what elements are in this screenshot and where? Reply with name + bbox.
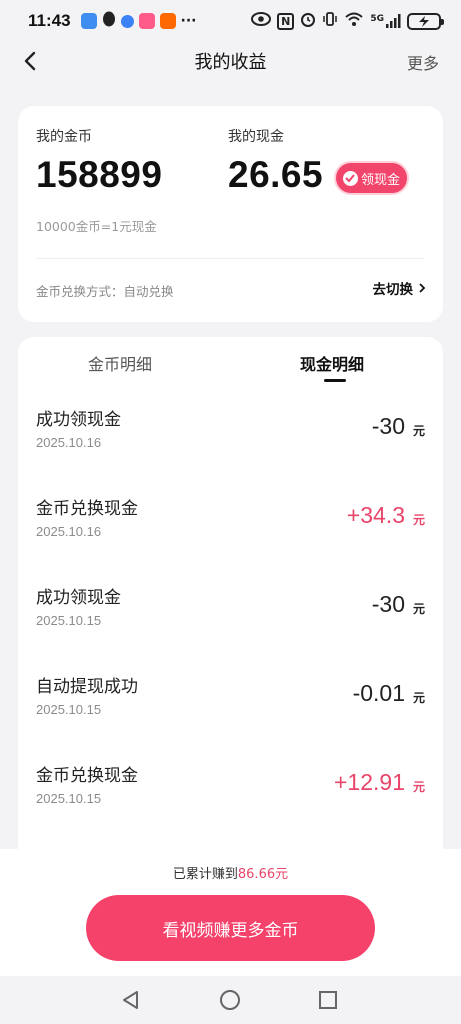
coin-label: 我的金币 [36,129,92,145]
cash-label: 我的现金 [228,129,284,145]
transaction-amount: -0.01 [352,680,405,706]
shopping-app-icon [138,13,155,29]
wifi-icon [344,11,364,31]
transaction-row: 自动提现成功 2025.10.15 -0.01 元 [18,672,443,761]
transaction-row: 金币兑换现金 2025.10.16 +34.3 元 [18,494,443,583]
transaction-title: 自动提现成功 [36,677,138,697]
transaction-amount: +12.91 [334,769,405,795]
active-tab-indicator [324,379,346,382]
browser-icon [120,14,134,28]
transaction-title: 金币兑换现金 [36,766,138,786]
bottom-action-area: 已累计赚到86.66元 看视频赚更多金币 [0,849,461,976]
system-status: N 5G [251,11,444,31]
switch-label: 去切换 [372,282,414,298]
nav-home-button[interactable] [218,988,242,1012]
status-time: 11:43 [28,11,71,30]
cash-balance: 26.65 [228,154,324,195]
exchange-rate-note: 10000金币=1元现金 [36,219,157,234]
currency-unit: 元 [412,513,425,527]
battery-icon [407,12,444,30]
tab-coin-details[interactable]: 金币明细 [88,351,152,375]
transaction-amount: -30 [371,413,405,439]
coin-balance: 158899 [36,154,163,195]
more-button[interactable]: 更多 [407,50,439,74]
detail-tabs: 金币明细 现金明细 [18,337,443,387]
transaction-title: 成功领现金 [36,588,121,608]
page-header: 我的收益 更多 [0,42,461,80]
total-earned-value: 86.66元 [237,867,289,882]
system-nav-bar [0,976,461,1024]
currency-unit: 元 [412,780,425,794]
transaction-date: 2025.10.15 [36,791,102,806]
transaction-title: 金币兑换现金 [36,499,138,519]
transaction-date: 2025.10.15 [36,702,102,717]
taobao-icon [159,13,176,29]
currency-unit: 元 [412,602,425,616]
transaction-date: 2025.10.16 [36,524,102,539]
cellular-signal-icon: 5G [370,14,401,28]
penguin-icon [102,11,116,31]
exchange-mode-text: 金币兑换方式：自动兑换 [36,284,174,299]
page-title: 我的收益 [194,52,267,73]
status-bar: 11:43 ··· N 5G [0,0,461,42]
transaction-date: 2025.10.15 [36,613,102,628]
chevron-right-icon [419,283,426,293]
triangle-back-icon [123,991,138,1009]
currency-unit: 元 [412,691,425,705]
transaction-amount: +34.3 [346,502,405,528]
circle-home-icon [220,990,240,1010]
transaction-row: 金币兑换现金 2025.10.15 +12.91 元 [18,761,443,850]
app-notification-icon [80,13,97,29]
network-type-label: 5G [370,14,384,24]
earnings-summary-card: 我的金币 158899 我的现金 26.65 领现金 10000金币=1元现金 … [18,106,443,322]
total-earned: 已累计赚到86.66元 [0,863,461,882]
back-button[interactable] [18,48,44,74]
divider [36,258,425,259]
switch-exchange-mode-button[interactable]: 去切换 [373,278,428,298]
transaction-date: 2025.10.16 [36,435,102,450]
withdraw-cash-button[interactable]: 领现金 [334,161,409,195]
nav-back-button[interactable] [119,988,143,1012]
total-earned-label: 已累计赚到 [172,867,238,882]
chevron-left-icon [24,51,36,71]
vibrate-icon [322,11,338,31]
wallet-icon [342,170,358,186]
transaction-detail-card: 金币明细 现金明细 成功领现金 2025.10.16 -30 元 金币兑换现金 … [18,337,443,857]
transaction-title: 成功领现金 [36,410,121,430]
eye-icon [251,12,272,30]
watch-video-button[interactable]: 看视频赚更多金币 [86,895,375,961]
currency-unit: 元 [412,424,425,438]
notification-icons: ··· [80,11,197,31]
square-recents-icon [319,991,337,1009]
transaction-row: 成功领现金 2025.10.15 -30 元 [18,583,443,672]
nfc-icon: N [277,12,295,30]
withdraw-cash-label: 领现金 [360,172,400,188]
transaction-amount: -30 [371,591,405,617]
alarm-icon [300,11,316,31]
transaction-row: 成功领现金 2025.10.16 -30 元 [18,405,443,494]
nav-recents-button[interactable] [316,988,340,1012]
more-notifications-icon: ··· [180,13,197,29]
tab-cash-details[interactable]: 现金明细 [300,351,364,375]
